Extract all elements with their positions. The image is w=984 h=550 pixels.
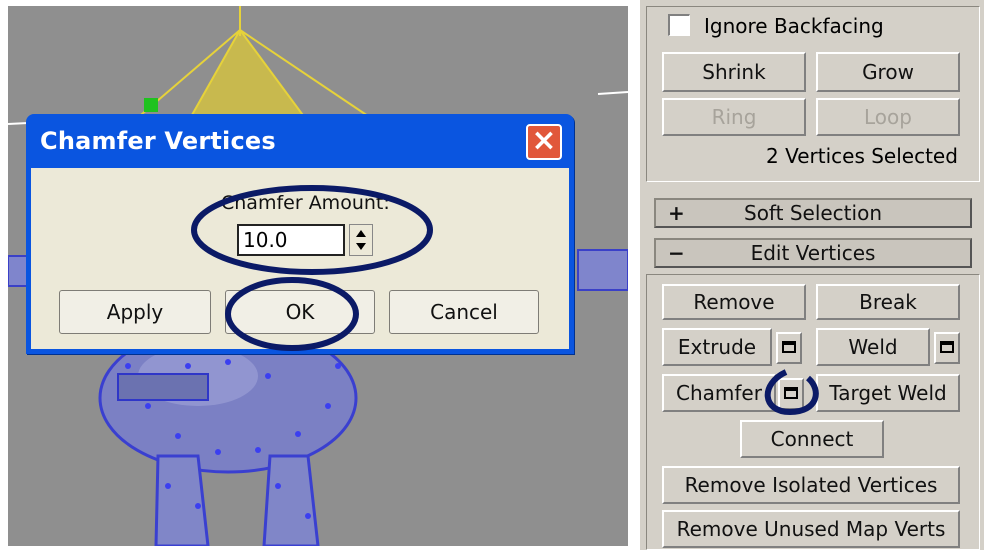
- dialog-body: Chamfer Amount: Apply OK Cancel: [31, 168, 569, 349]
- chamfer-settings-button[interactable]: [778, 378, 804, 410]
- connect-button[interactable]: Connect: [740, 420, 884, 458]
- soft-selection-label: Soft Selection: [744, 201, 882, 225]
- loop-button[interactable]: Loop: [816, 98, 960, 136]
- ok-button[interactable]: OK: [225, 290, 375, 334]
- ignore-backfacing-label: Ignore Backfacing: [704, 14, 884, 38]
- shrink-button[interactable]: Shrink: [662, 52, 806, 92]
- ring-button[interactable]: Ring: [662, 98, 806, 136]
- ignore-backfacing-checkbox[interactable]: [668, 14, 690, 36]
- dialog-title: Chamfer Vertices: [40, 127, 276, 155]
- close-icon[interactable]: ×: [526, 124, 562, 160]
- settings-window-icon: [784, 387, 798, 399]
- chamfer-amount-label: Chamfer Amount:: [221, 192, 390, 214]
- chamfer-amount-input[interactable]: [237, 224, 345, 256]
- soft-selection-rollout[interactable]: + Soft Selection: [654, 198, 972, 228]
- break-button[interactable]: Break: [816, 284, 960, 320]
- target-weld-button[interactable]: Target Weld: [816, 374, 960, 412]
- remove-button[interactable]: Remove: [662, 284, 806, 320]
- chamfer-vertices-dialog: Chamfer Vertices × Chamfer Amount: Apply…: [26, 114, 574, 354]
- cancel-button[interactable]: Cancel: [389, 290, 539, 334]
- weld-button[interactable]: Weld: [816, 328, 930, 366]
- extrude-button[interactable]: Extrude: [662, 328, 772, 366]
- light-gizmo: [186, 28, 310, 123]
- selection-status: 2 Vertices Selected: [766, 144, 958, 168]
- remove-isolated-vertices-button[interactable]: Remove Isolated Vertices: [662, 466, 960, 504]
- collapse-icon: −: [668, 241, 685, 265]
- apply-button[interactable]: Apply: [59, 290, 211, 334]
- axis-gizmo-green: [144, 98, 158, 112]
- extrude-settings-button[interactable]: [776, 332, 802, 364]
- command-panel: Ignore Backfacing Shrink Grow Ring Loop …: [638, 0, 984, 550]
- spinner-arrows-icon[interactable]: [349, 224, 373, 256]
- settings-window-icon: [782, 341, 796, 353]
- edit-vertices-label: Edit Vertices: [750, 241, 876, 265]
- grow-button[interactable]: Grow: [816, 52, 960, 92]
- chamfer-amount-spinner: [237, 224, 373, 258]
- edit-vertices-rollout[interactable]: − Edit Vertices: [654, 238, 972, 268]
- remove-unused-map-verts-button[interactable]: Remove Unused Map Verts: [662, 510, 960, 548]
- settings-window-icon: [940, 341, 954, 353]
- expand-icon: +: [668, 201, 685, 225]
- weld-settings-button[interactable]: [934, 332, 960, 364]
- chamfer-button[interactable]: Chamfer: [662, 374, 776, 412]
